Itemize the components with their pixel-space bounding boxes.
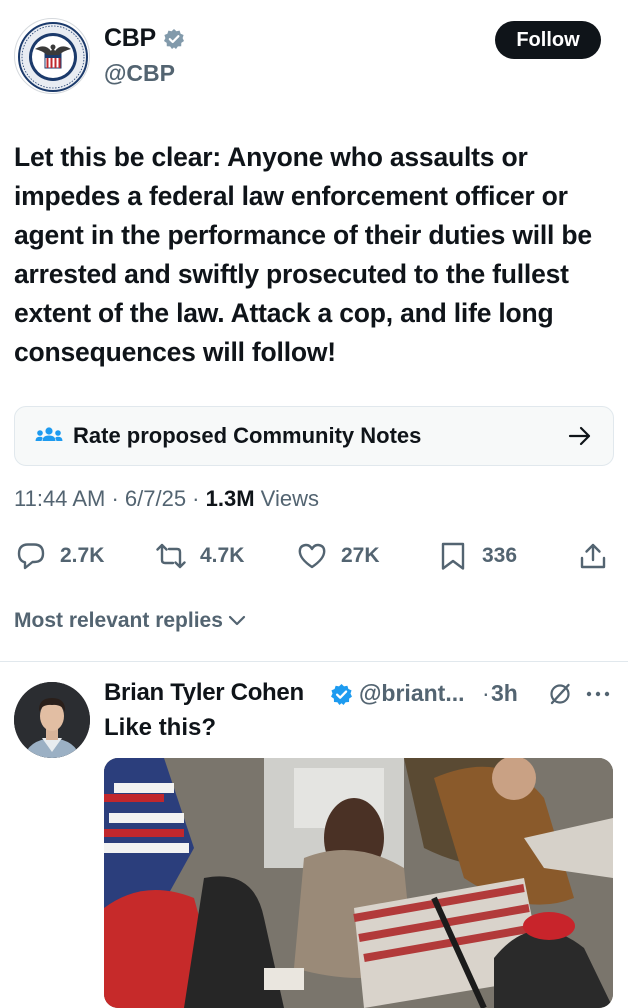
reply-text: Like this? bbox=[104, 714, 217, 741]
arrow-right-icon bbox=[568, 426, 591, 446]
divider bbox=[0, 661, 628, 662]
follow-button[interactable]: Follow bbox=[495, 21, 601, 59]
bookmark-button[interactable]: 336 bbox=[438, 540, 517, 572]
reply-icon bbox=[17, 543, 45, 570]
replies-sort-label: Most relevant replies bbox=[14, 609, 223, 632]
chevron-down-icon bbox=[228, 615, 246, 626]
crowd-photo bbox=[104, 758, 613, 1008]
post-text: Let this be clear: Anyone who assaults o… bbox=[14, 142, 592, 367]
community-notes-card[interactable]: Rate proposed Community Notes bbox=[14, 406, 614, 466]
like-button[interactable]: 27K bbox=[297, 540, 380, 572]
views-label: Views bbox=[260, 486, 319, 511]
reply-media-image[interactable] bbox=[104, 758, 613, 1008]
community-notes-icon bbox=[35, 427, 63, 441]
bookmark-count: 336 bbox=[482, 544, 518, 567]
reply-button[interactable]: 2.7K bbox=[16, 540, 104, 572]
cbp-seal-logo bbox=[18, 22, 88, 92]
grok-icon[interactable] bbox=[548, 682, 572, 706]
more-icon[interactable] bbox=[584, 688, 612, 700]
repost-button[interactable]: 4.7K bbox=[156, 540, 244, 572]
reply-avatar-photo bbox=[14, 682, 90, 758]
heart-icon bbox=[298, 543, 326, 569]
verified-blue-icon[interactable] bbox=[330, 683, 353, 706]
author-avatar[interactable] bbox=[14, 18, 90, 94]
reply-author-name[interactable]: Brian Tyler Cohen bbox=[104, 679, 304, 707]
share-button[interactable] bbox=[578, 540, 608, 572]
repost-icon bbox=[156, 543, 186, 569]
bookmark-icon bbox=[441, 542, 465, 570]
separator-dot: · bbox=[482, 680, 490, 706]
reply-time[interactable]: 3h bbox=[491, 680, 518, 707]
post-date[interactable]: 6/7/25 bbox=[125, 486, 186, 511]
post-meta: 11:44 AM · 6/7/25 · 1.3M Views bbox=[14, 486, 319, 511]
views-count: 1.3M bbox=[205, 486, 255, 511]
author-name[interactable]: CBP bbox=[104, 24, 156, 53]
repost-count: 4.7K bbox=[200, 544, 245, 567]
verified-gray-icon[interactable] bbox=[163, 28, 185, 50]
post-time[interactable]: 11:44 AM bbox=[14, 486, 105, 511]
author-handle[interactable]: @CBP bbox=[104, 60, 175, 87]
reply-author-avatar[interactable] bbox=[14, 682, 90, 758]
replies-sort-dropdown[interactable]: Most relevant replies bbox=[14, 609, 247, 633]
reply-count: 2.7K bbox=[60, 544, 105, 567]
reply-author-handle[interactable]: @briant... bbox=[359, 680, 465, 707]
community-notes-label: Rate proposed Community Notes bbox=[73, 423, 422, 448]
share-icon bbox=[580, 543, 606, 569]
like-count: 27K bbox=[341, 544, 380, 567]
